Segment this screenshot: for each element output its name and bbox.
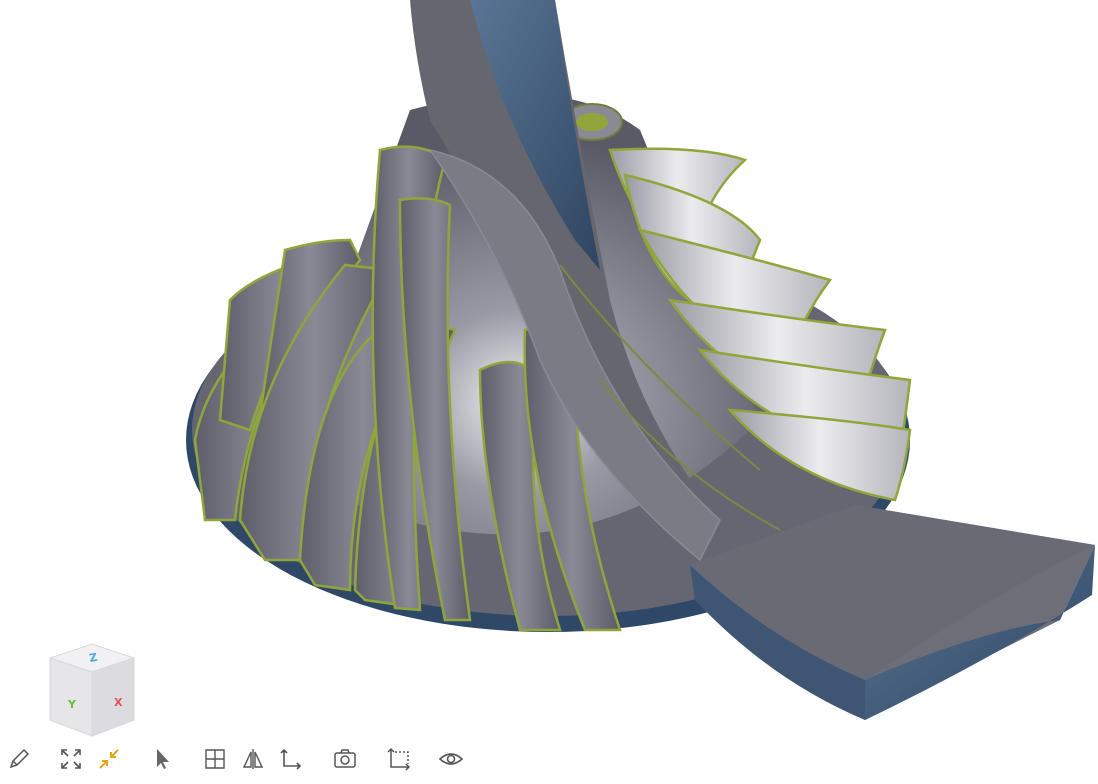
view-cube[interactable]: Z Y X	[42, 640, 142, 740]
visibility-eye-icon[interactable]	[436, 744, 466, 774]
camera-icon[interactable]	[330, 744, 360, 774]
fit-view-icon[interactable]	[56, 744, 86, 774]
view-cube-y-label: Y	[67, 698, 77, 711]
view-cube-x-label: X	[114, 696, 123, 709]
shrink-view-icon[interactable]	[94, 744, 124, 774]
axis-icon[interactable]	[276, 744, 306, 774]
section-plane-icon[interactable]	[200, 744, 230, 774]
view-cube-left-face[interactable]	[49, 657, 93, 737]
view-cube-right-face[interactable]	[91, 657, 135, 737]
mirror-icon[interactable]	[238, 744, 268, 774]
3d-viewport[interactable]	[0, 0, 1098, 780]
select-pointer-icon[interactable]	[148, 744, 178, 774]
impeller-model[interactable]	[0, 0, 1098, 780]
pencil-icon[interactable]	[4, 744, 34, 774]
measure-icon[interactable]	[384, 744, 414, 774]
viewer-toolbar	[0, 738, 480, 780]
